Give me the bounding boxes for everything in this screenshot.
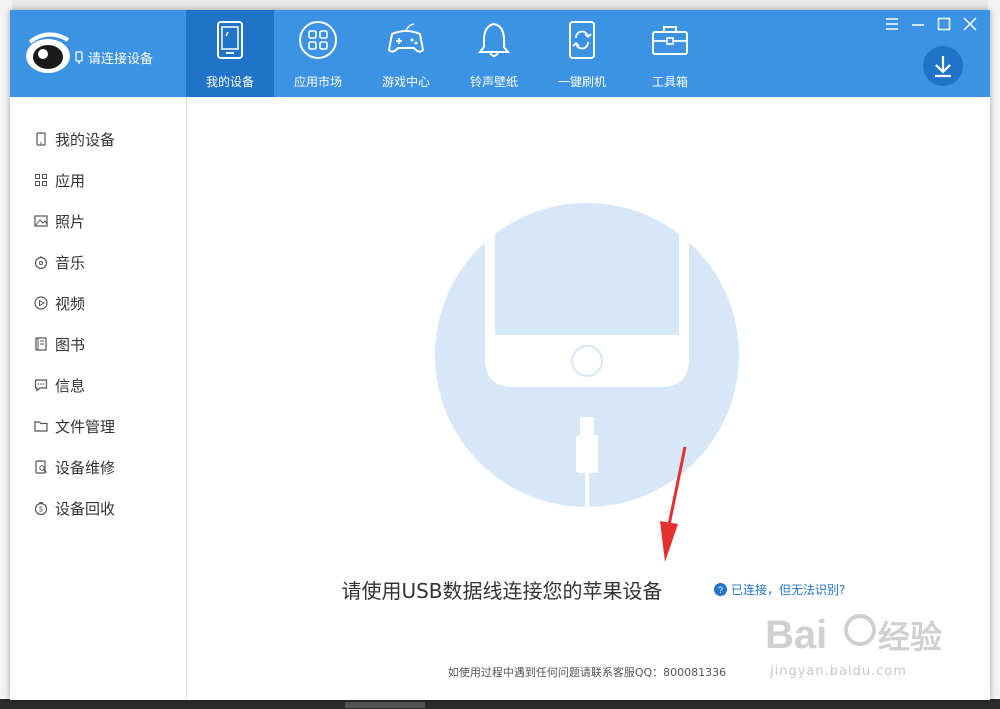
- sidebar-item-label: 音乐: [55, 253, 86, 272]
- sidebar-item-label: 设备维修: [55, 458, 116, 477]
- connect-prompt: 请使用USB数据线连接您的苹果设备: [341, 579, 663, 603]
- main-tabs: 我的设备 应用市场 游戏中心 铃声壁纸 一键刷机 工具箱: [186, 10, 714, 97]
- book-icon: [35, 337, 47, 351]
- phone-icon: [36, 132, 46, 146]
- tablet-icon: [217, 21, 243, 59]
- sidebar-item-my-device[interactable]: 我的设备: [34, 129, 115, 149]
- download-button[interactable]: [923, 46, 963, 86]
- sidebar-item-label: 信息: [55, 376, 86, 395]
- minimize-icon[interactable]: [910, 16, 926, 32]
- message-icon: [34, 379, 48, 392]
- app-logo-icon: [26, 32, 70, 73]
- help-link-label: 已连接，但无法识别?: [731, 583, 846, 597]
- sidebar-item-label: 视频: [55, 294, 86, 313]
- sidebar-item-file-manager[interactable]: 文件管理: [34, 416, 115, 436]
- tab-toolbox[interactable]: 工具箱: [626, 10, 714, 97]
- sidebar-item-video[interactable]: 视频: [34, 293, 85, 313]
- tab-game-center[interactable]: 游戏中心: [362, 10, 450, 97]
- sidebar-item-photos[interactable]: 照片: [34, 211, 85, 231]
- svg-text:Bai: Bai: [765, 613, 827, 657]
- header: 请连接设备 我的设备 应用市场 游戏中心 铃声壁纸 一键刷机 工具箱: [10, 10, 990, 97]
- connect-status[interactable]: 请连接设备: [74, 48, 153, 67]
- svg-text:?: ?: [718, 585, 723, 595]
- flash-refresh-icon: [569, 21, 595, 59]
- music-icon: [34, 256, 48, 269]
- apps-grid-icon: [299, 21, 337, 59]
- folder-icon: [34, 421, 48, 432]
- sidebar-item-device-recycle[interactable]: $ 设备回收: [34, 498, 115, 518]
- recycle-icon: $: [34, 502, 48, 515]
- sidebar: 我的设备 应用 照片 音乐 视频 图书 信息 文件管理 设备维修 $ 设备回收: [10, 97, 187, 700]
- taskbar-item[interactable]: [345, 702, 425, 708]
- tab-label: 工具箱: [651, 75, 688, 89]
- sidebar-item-music[interactable]: 音乐: [34, 252, 85, 272]
- bell-icon: [477, 22, 511, 57]
- sidebar-item-label: 应用: [55, 171, 86, 190]
- device-plug-icon: [75, 50, 83, 64]
- tab-my-device[interactable]: 我的设备: [186, 10, 274, 97]
- gamepad-icon: [387, 23, 425, 53]
- help-link[interactable]: ? 已连接，但无法识别?: [714, 581, 845, 598]
- background-window-top: [0, 0, 1000, 10]
- sidebar-item-device-repair[interactable]: 设备维修: [34, 457, 115, 477]
- toolbox-icon: [652, 26, 688, 55]
- svg-text:经验: 经验: [878, 619, 942, 655]
- question-icon: ?: [714, 583, 727, 596]
- sidebar-item-messages[interactable]: 信息: [34, 375, 85, 395]
- tab-label: 我的设备: [205, 75, 254, 89]
- photo-icon: [34, 215, 48, 227]
- menu-icon[interactable]: [884, 16, 900, 32]
- sidebar-item-label: 图书: [55, 335, 86, 354]
- repair-icon: [35, 460, 47, 474]
- sidebar-item-apps[interactable]: 应用: [34, 170, 85, 190]
- sidebar-item-label: 设备回收: [55, 499, 116, 518]
- close-icon[interactable]: [962, 16, 978, 32]
- window-controls: [884, 16, 978, 32]
- download-icon: [935, 56, 951, 78]
- taskbar: [0, 699, 1000, 709]
- sidebar-item-label: 照片: [55, 212, 86, 231]
- itools-window: 请连接设备 我的设备 应用市场 游戏中心 铃声壁纸 一键刷机 工具箱 我的设备 …: [10, 10, 990, 700]
- tab-label: 铃声壁纸: [469, 75, 518, 89]
- tab-label: 应用市场: [293, 75, 342, 89]
- svg-text:$: $: [39, 507, 43, 514]
- connect-status-label: 请连接设备: [88, 52, 154, 67]
- tab-ringtone-wallpaper[interactable]: 铃声壁纸: [450, 10, 538, 97]
- sidebar-item-books[interactable]: 图书: [34, 334, 85, 354]
- sidebar-item-label: 我的设备: [55, 130, 116, 149]
- watermark-url: jingyan.baidu.com: [770, 664, 907, 679]
- apps-icon: [35, 174, 47, 186]
- tab-label: 游戏中心: [381, 75, 430, 89]
- tab-one-key-flash[interactable]: 一键刷机: [538, 10, 626, 97]
- tab-app-market[interactable]: 应用市场: [274, 10, 362, 97]
- video-icon: [34, 296, 48, 310]
- sidebar-item-label: 文件管理: [55, 417, 116, 436]
- maximize-icon[interactable]: [936, 16, 952, 32]
- tab-label: 一键刷机: [557, 75, 606, 89]
